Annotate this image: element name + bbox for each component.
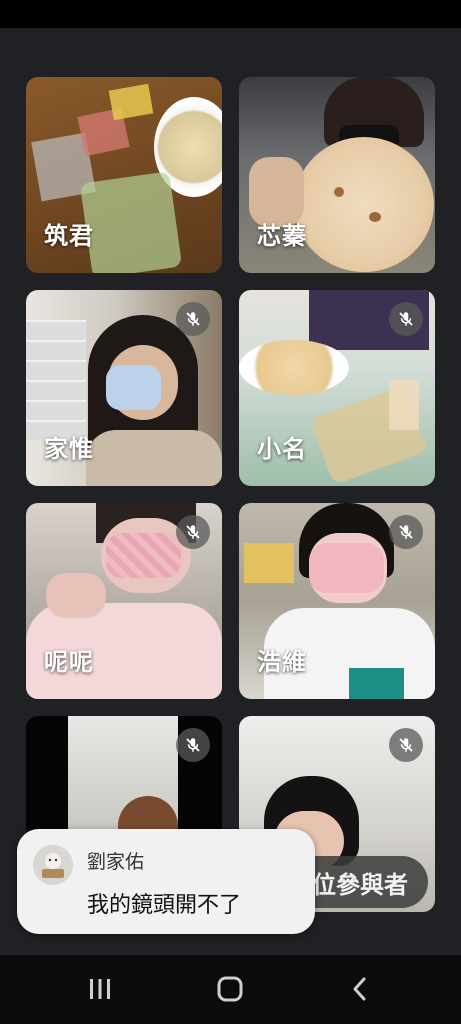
back-icon [350,976,370,1006]
mic-muted-icon [176,728,210,762]
participant-tile[interactable]: 芯蓁 [239,77,435,273]
mic-muted-icon [389,515,423,549]
participant-tile[interactable]: 小名 [239,290,435,486]
participant-name: 浩維 [257,648,307,676]
home-button[interactable] [210,973,250,1009]
mic-muted-icon [389,302,423,336]
recent-apps-button[interactable] [80,973,120,1009]
mic-muted-icon [176,515,210,549]
participant-tile[interactable]: 呢呢 [26,503,222,699]
system-navigation-bar [0,955,461,1024]
participant-name: 芯蓁 [257,222,307,250]
avatar [33,845,73,885]
mic-muted-icon [389,728,423,762]
chat-message-text: 我的鏡頭開不了 [87,893,242,918]
recent-apps-icon [87,977,113,1005]
participant-name: 家惟 [44,435,94,463]
participant-tile[interactable]: 家惟 [26,290,222,486]
home-icon [216,975,244,1007]
participant-tile[interactable]: 筑君 [26,77,222,273]
participant-name: 筑君 [44,222,94,250]
chat-message-toast[interactable]: 劉家佑 我的鏡頭開不了 [17,829,315,934]
participant-tile[interactable]: 浩維 [239,503,435,699]
participant-name: 小名 [257,435,307,463]
back-button[interactable] [340,973,380,1009]
mic-muted-icon [176,302,210,336]
participant-name: 呢呢 [44,648,94,676]
chat-sender-name: 劉家佑 [87,851,145,873]
